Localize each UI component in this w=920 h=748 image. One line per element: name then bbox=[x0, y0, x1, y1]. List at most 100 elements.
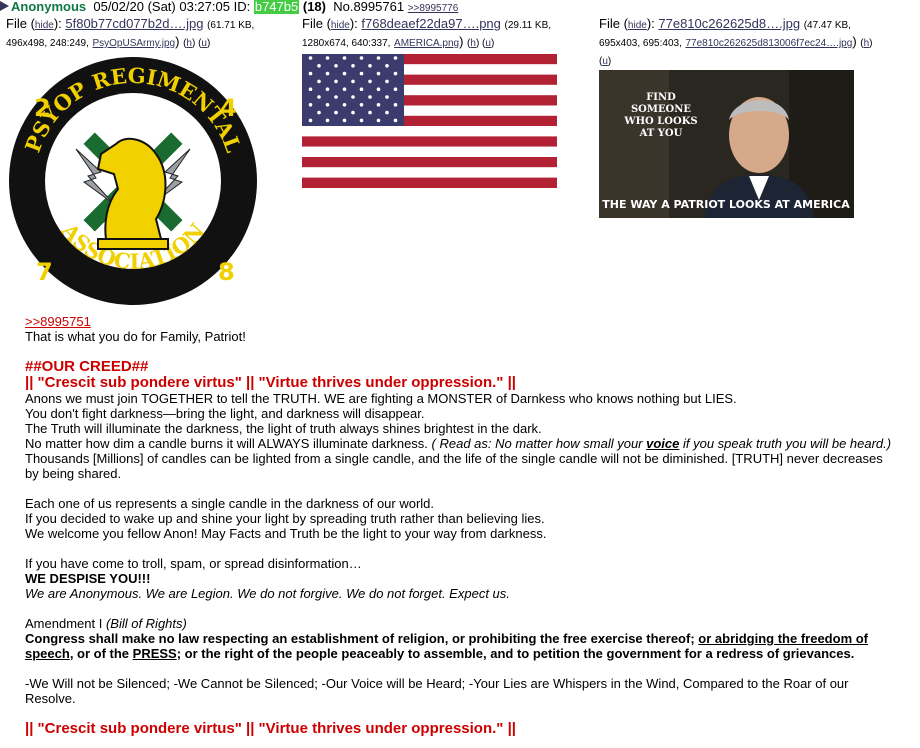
body-underline: PRESS bbox=[132, 646, 177, 661]
poster-id[interactable]: b747b5 bbox=[253, 0, 300, 14]
meme-caption-top-3: WHO LOOKS bbox=[623, 116, 697, 127]
flag-star bbox=[393, 87, 398, 91]
flag-star bbox=[385, 79, 389, 84]
flag-star bbox=[393, 118, 398, 123]
post-count: (18) bbox=[302, 0, 326, 14]
flag-star bbox=[308, 103, 313, 107]
logo-number-2: 2 bbox=[34, 94, 51, 122]
flag-star bbox=[308, 71, 313, 76]
psyop-regimental-association-image[interactable]: PSYOP REGIMENTAL ASSOCIATION 2 4 7 8 bbox=[6, 54, 260, 308]
flag-star bbox=[368, 79, 372, 84]
file-3-orig-name[interactable]: 77e810c262625d813006f7ec24….jpg bbox=[685, 38, 852, 49]
body-italic: ( Read as: No matter how small your bbox=[431, 436, 647, 451]
flag-star bbox=[317, 95, 321, 99]
poster-name: Anonymous bbox=[11, 0, 87, 14]
flag-star bbox=[376, 71, 381, 76]
flag-star bbox=[325, 103, 330, 107]
patriot-meme-image[interactable]: FIND SOMEONE WHO LOOKS AT YOU THE WAY A … bbox=[599, 70, 854, 218]
file-1-size: (61.71 KB, bbox=[207, 20, 255, 31]
file-label: File bbox=[599, 16, 620, 31]
logo-number-8: 8 bbox=[218, 258, 235, 286]
body-line: We welcome you fellow Anon! May Facts an… bbox=[25, 526, 547, 541]
flag-star bbox=[393, 56, 398, 60]
flag-star bbox=[385, 110, 389, 115]
flag-star bbox=[342, 118, 347, 123]
backlink[interactable]: >>8995776 bbox=[408, 3, 459, 14]
body-line: That is what you do for Family, Patriot! bbox=[25, 329, 246, 344]
flag-star bbox=[393, 71, 398, 76]
body-line: No matter how dim a candle burns it will… bbox=[25, 436, 895, 451]
file-3-name[interactable]: 77e810c262625d8….jpg bbox=[658, 16, 800, 31]
flag-star bbox=[351, 110, 355, 115]
file-2-orig-name[interactable]: AMERICA.png bbox=[394, 38, 459, 49]
file-1-name[interactable]: 5f80b77cd077b2d….jpg bbox=[65, 16, 203, 31]
file-1-h-link[interactable]: h bbox=[186, 38, 192, 49]
file-1-orig-name[interactable]: PsyOpUSArmy.jpg bbox=[92, 38, 175, 49]
flag-star bbox=[308, 56, 313, 60]
flag-star bbox=[359, 118, 364, 123]
flag-star bbox=[325, 118, 330, 123]
flag-star bbox=[334, 64, 338, 68]
reply-quote-link[interactable]: >>8995751 bbox=[25, 314, 91, 329]
id-label: ID: bbox=[233, 0, 251, 14]
american-flag-image[interactable] bbox=[302, 54, 557, 188]
post-body: >>8995751 That is what you do for Family… bbox=[25, 314, 895, 737]
flag-star bbox=[317, 110, 321, 115]
file-2-u-link[interactable]: u bbox=[485, 38, 491, 49]
flag-star bbox=[376, 87, 381, 91]
body-line: You don't fight darkness—bring the light… bbox=[25, 406, 425, 421]
post-number[interactable]: No.8995761 bbox=[333, 0, 404, 14]
flag-star bbox=[317, 79, 321, 84]
motto-heading: || "Crescit sub pondere virtus" || "Virt… bbox=[25, 720, 516, 737]
flag-star bbox=[342, 56, 347, 60]
hide-link[interactable]: hide bbox=[35, 20, 54, 31]
flag-star bbox=[359, 71, 364, 76]
logo-number-7: 7 bbox=[36, 258, 53, 286]
flag-star bbox=[342, 103, 347, 107]
flag-star bbox=[368, 64, 372, 68]
meme-caption-bottom: THE WAY A PATRIOT LOOKS AT AMERICA bbox=[602, 198, 850, 211]
flag-star bbox=[308, 87, 313, 91]
body-text: Congress shall make no law respecting an… bbox=[25, 631, 699, 646]
body-line: If you decided to wake up and shine your… bbox=[25, 511, 545, 526]
flag-star bbox=[351, 64, 355, 68]
post-menu-arrow-icon[interactable] bbox=[0, 1, 9, 11]
file-2-h-link[interactable]: h bbox=[470, 38, 476, 49]
file-label: File bbox=[302, 16, 323, 31]
file-3-h-link[interactable]: h bbox=[864, 38, 870, 49]
flag-star bbox=[334, 95, 338, 99]
body-line-bold: Congress shall make no law respecting an… bbox=[25, 631, 895, 661]
flag-star bbox=[376, 118, 381, 123]
flag-star bbox=[393, 103, 398, 107]
flag-star bbox=[334, 79, 338, 84]
body-line-bold: WE DESPISE YOU!!! bbox=[25, 571, 151, 586]
body-italic: if you speak truth you will be heard.) bbox=[679, 436, 892, 451]
file-3-u-link[interactable]: u bbox=[602, 56, 608, 67]
file-1-info: File (hide): 5f80b77cd077b2d….jpg (61.71… bbox=[6, 16, 255, 49]
file-1-u-link[interactable]: u bbox=[201, 38, 207, 49]
flag-star bbox=[368, 95, 372, 99]
body-line: The Truth will illuminate the darkness, … bbox=[25, 421, 542, 436]
body-italic: (Bill of Rights) bbox=[105, 616, 187, 631]
flag-star bbox=[385, 95, 389, 99]
logo-number-4: 4 bbox=[220, 94, 237, 122]
file-2-name[interactable]: f768deaef22da97….png bbox=[361, 16, 501, 31]
body-italic-bold: voice bbox=[646, 436, 680, 451]
flag-star bbox=[325, 71, 330, 76]
hide-link[interactable]: hide bbox=[628, 20, 647, 31]
file-2-dims: 1280x674, 640:337, bbox=[302, 38, 391, 49]
flag-star bbox=[325, 56, 330, 60]
motto-heading: || "Crescit sub pondere virtus" || "Virt… bbox=[25, 374, 516, 391]
file-1-dims: 496x498, 248:249, bbox=[6, 38, 89, 49]
body-line-italic: We are Anonymous. We are Legion. We do n… bbox=[25, 586, 510, 601]
flag-star bbox=[308, 118, 313, 123]
flag-star bbox=[376, 56, 381, 60]
file-3: File (hide): 77e810c262625d8….jpg (47.47… bbox=[599, 16, 899, 70]
body-text: Amendment I bbox=[25, 616, 106, 631]
hide-link[interactable]: hide bbox=[331, 20, 350, 31]
file-2-size: (29.11 KB, bbox=[504, 20, 552, 31]
flag-star bbox=[359, 56, 364, 60]
body-line: If you have come to troll, spam, or spre… bbox=[25, 556, 362, 571]
body-line: Amendment I (Bill of Rights) bbox=[25, 616, 895, 631]
body-text: , or of the bbox=[69, 646, 133, 661]
